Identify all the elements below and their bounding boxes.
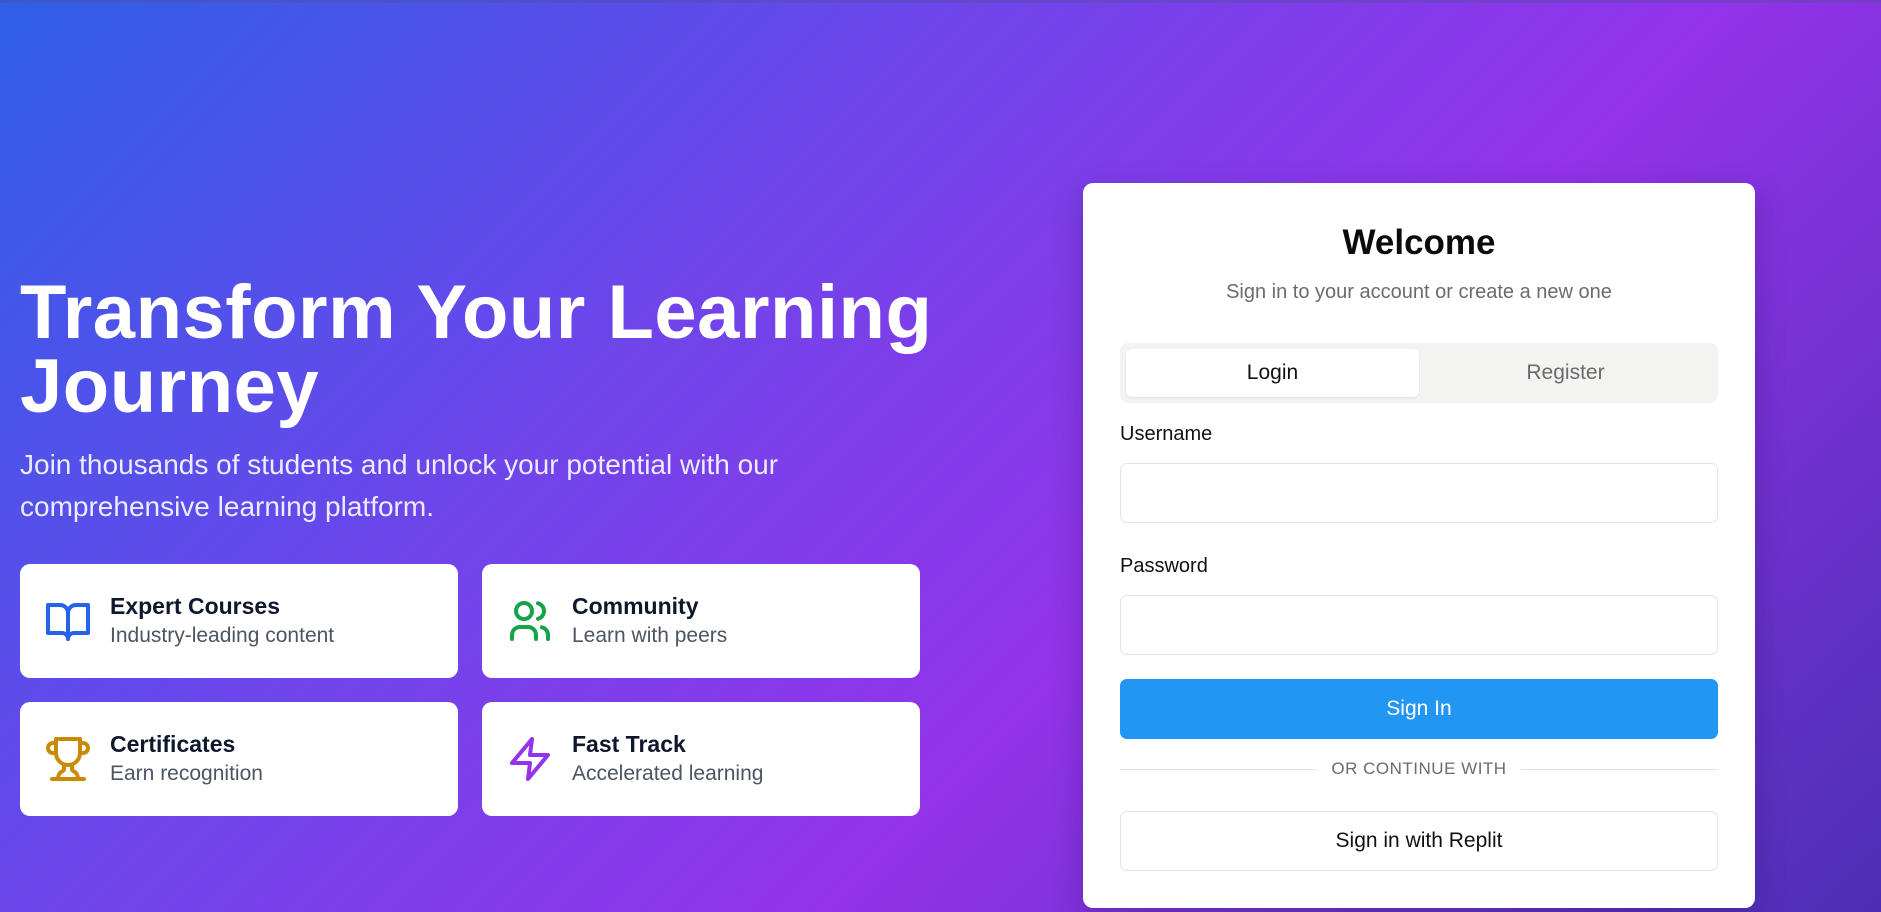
feature-card-expert-courses: Expert Courses Industry-leading content — [20, 564, 458, 678]
top-border — [0, 0, 1881, 3]
username-label: Username — [1120, 423, 1213, 445]
feature-title: Fast Track — [572, 731, 686, 757]
hero-title: Transform Your Learning Journey — [20, 270, 933, 429]
feature-card-certificates: Certificates Earn recognition — [20, 702, 458, 816]
feature-title: Expert Courses — [110, 593, 281, 619]
auth-title: Welcome — [1342, 223, 1496, 262]
feature-description: Earn recognition — [110, 762, 263, 785]
replit-sign-in-button[interactable]: Sign in with Replit — [1120, 811, 1718, 871]
tab-register[interactable]: Register — [1419, 349, 1712, 397]
book-open-icon — [44, 597, 92, 645]
username-input[interactable] — [1120, 463, 1718, 523]
lightning-icon — [506, 735, 554, 783]
hero-subtitle: Join thousands of students and unlock yo… — [20, 449, 779, 522]
hero-section: Transform Your Learning Journey Join tho… — [20, 270, 940, 528]
feature-card-community: Community Learn with peers — [482, 564, 920, 678]
feature-title: Community — [572, 593, 699, 619]
auth-subtitle: Sign in to your account or create a new … — [1226, 281, 1612, 303]
feature-description: Learn with peers — [572, 624, 728, 647]
password-input[interactable] — [1120, 595, 1718, 655]
auth-card: Welcome Sign in to your account or creat… — [1083, 183, 1755, 908]
sign-in-button[interactable]: Sign In — [1120, 679, 1718, 739]
feature-card-fast-track: Fast Track Accelerated learning — [482, 702, 920, 816]
trophy-icon — [44, 735, 92, 783]
feature-title: Certificates — [110, 731, 236, 757]
divider-line — [1120, 768, 1318, 770]
tab-login[interactable]: Login — [1126, 349, 1419, 397]
feature-grid: Expert Courses Industry-leading content … — [20, 564, 920, 816]
feature-description: Industry-leading content — [110, 624, 335, 647]
divider-line — [1520, 768, 1718, 770]
divider-text: OR CONTINUE WITH — [1331, 759, 1507, 778]
auth-tabs: Login Register — [1120, 343, 1718, 403]
password-label: Password — [1120, 555, 1208, 577]
users-icon — [506, 597, 554, 645]
feature-description: Accelerated learning — [572, 762, 764, 785]
or-divider: OR CONTINUE WITH — [1120, 754, 1718, 784]
